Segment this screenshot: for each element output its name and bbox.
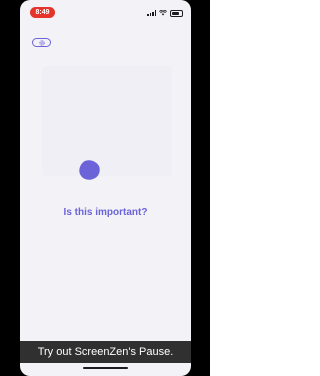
app-screen: 8:49 Is this important? [20,0,191,376]
breathing-blob [79,160,100,180]
content-placeholder [42,66,172,176]
importance-question: Is this important? [63,207,148,218]
gear-icon [38,39,45,46]
settings-button[interactable] [32,38,51,47]
battery-icon [170,9,183,17]
status-icons [147,8,183,18]
phone-frame: 8:49 Is this important? Try out ScreenZe… [0,0,210,376]
home-indicator[interactable] [83,367,128,369]
promo-caption: Try out ScreenZen's Pause. [20,341,191,363]
signal-icon [147,10,156,16]
status-time: 8:49 [30,7,55,18]
status-bar: 8:49 [20,0,191,20]
wifi-icon [159,10,167,16]
